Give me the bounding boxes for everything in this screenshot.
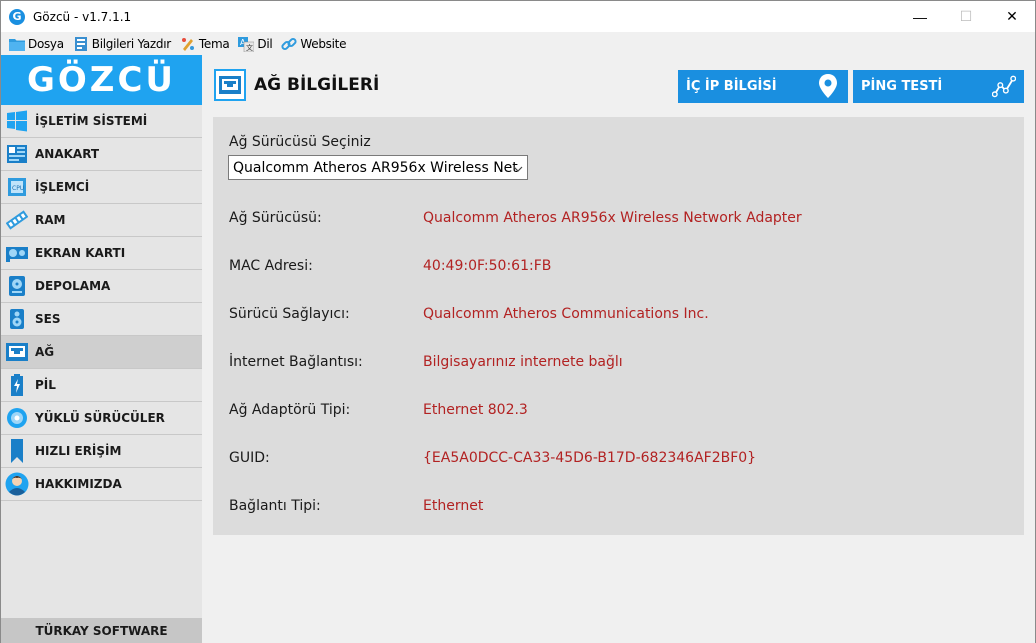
storage-icon: [5, 274, 29, 298]
sidebar-item-label: İŞLETİM SİSTEMİ: [35, 114, 148, 128]
sidebar-footer: TÜRKAY SOFTWARE: [1, 618, 202, 643]
app-window: G Gözcü - v1.7.1.1 — ☐ ✕ Dosya Bilgileri…: [0, 0, 1036, 643]
ping-test-button-label: PİNG TESTİ: [861, 79, 943, 94]
sidebar-item-label: PİL: [35, 378, 56, 392]
sidebar-item-ram[interactable]: RAM: [1, 204, 202, 237]
sidebar-item-quick-access[interactable]: HIZLI ERİŞİM: [1, 435, 202, 468]
window-title: Gözcü - v1.7.1.1: [33, 9, 132, 24]
menu-bar: Dosya Bilgileri Yazdır Tema A文 Dil Websi…: [1, 32, 1035, 55]
svg-text:文: 文: [246, 43, 253, 52]
sidebar-item-label: RAM: [35, 213, 66, 227]
adapter-select[interactable]: Qualcomm Atheros AR956x Wireless Net: [228, 155, 528, 180]
network-info-panel: Ağ Sürücüsü Seçiniz Qualcomm Atheros AR9…: [213, 117, 1024, 535]
bookmark-icon: [5, 439, 29, 463]
sidebar-item-label: HIZLI ERİŞİM: [35, 444, 122, 458]
maximize-button[interactable]: ☐: [943, 1, 989, 32]
info-value: Qualcomm Atheros Communications Inc.: [423, 306, 709, 322]
folder-icon: [9, 36, 25, 52]
window-controls: — ☐ ✕: [897, 1, 1035, 32]
info-value: Bilgisayarınız internete bağlı: [423, 354, 623, 370]
cpu-icon: CPU: [5, 175, 29, 199]
print-icon: [73, 36, 89, 52]
battery-icon: [5, 373, 29, 397]
sidebar-item-label: AĞ: [35, 345, 55, 359]
user-icon: [5, 472, 29, 496]
menu-language-label: Dil: [257, 36, 273, 51]
sidebar: GÖZCÜ İŞLETİM SİSTEMİ ANAKART CPU İŞLEMC…: [1, 55, 202, 643]
internal-ip-button[interactable]: İÇ İP BİLGİSİ: [678, 70, 848, 103]
ping-test-button[interactable]: PİNG TESTİ: [853, 70, 1024, 103]
page-title: AĞ BİLGİLERİ: [254, 75, 380, 95]
close-button[interactable]: ✕: [989, 1, 1035, 32]
driver-disc-icon: [5, 406, 29, 430]
main-content: AĞ BİLGİLERİ İÇ İP BİLGİSİ PİNG TESTİ Ağ…: [202, 55, 1035, 643]
network-icon: [214, 69, 246, 101]
menu-language[interactable]: A文 Dil: [238, 36, 273, 52]
sidebar-item-sound[interactable]: SES: [1, 303, 202, 336]
title-bar: G Gözcü - v1.7.1.1 — ☐ ✕: [1, 1, 1035, 32]
menu-print-info-label: Bilgileri Yazdır: [91, 36, 171, 51]
sidebar-item-label: HAKKIMIZDA: [35, 477, 122, 491]
sidebar-item-motherboard[interactable]: ANAKART: [1, 138, 202, 171]
adapter-select-value: Qualcomm Atheros AR956x Wireless Net: [233, 159, 518, 176]
info-value: Qualcomm Atheros AR956x Wireless Network…: [423, 210, 802, 226]
sidebar-item-network[interactable]: AĞ: [1, 336, 202, 369]
info-label: İnternet Bağlantısı:: [229, 354, 363, 370]
menu-file-label: Dosya: [28, 36, 64, 51]
sidebar-item-label: SES: [35, 312, 61, 326]
sidebar-item-cpu[interactable]: CPU İŞLEMCİ: [1, 171, 202, 204]
info-value: {EA5A0DCC-CA33-45D6-B17D-682346AF2BF0}: [423, 450, 757, 466]
sidebar-item-label: EKRAN KARTI: [35, 246, 126, 260]
ram-icon: [5, 208, 29, 232]
link-icon: [281, 36, 297, 52]
sidebar-item-label: DEPOLAMA: [35, 279, 111, 293]
svg-text:CPU: CPU: [12, 185, 24, 192]
menu-website-label: Website: [300, 36, 347, 51]
motherboard-icon: [5, 142, 29, 166]
info-label: GUID:: [229, 450, 270, 466]
windows-icon: [5, 109, 29, 133]
gpu-icon: [5, 241, 29, 265]
theme-icon: [180, 36, 196, 52]
sidebar-item-installed-drivers[interactable]: YÜKLÜ SÜRÜCÜLER: [1, 402, 202, 435]
info-label: Ağ Sürücüsü:: [229, 210, 322, 226]
info-value: Ethernet: [423, 498, 484, 514]
menu-website[interactable]: Website: [281, 36, 346, 52]
info-value: 40:49:0F:50:61:FB: [423, 258, 552, 274]
adapter-select-label: Ağ Sürücüsü Seçiniz: [229, 134, 371, 150]
minimize-button[interactable]: —: [897, 1, 943, 32]
sidebar-item-storage[interactable]: DEPOLAMA: [1, 270, 202, 303]
app-logo-icon: G: [9, 8, 25, 25]
page-header: AĞ BİLGİLERİ: [214, 69, 379, 101]
info-label: MAC Adresi:: [229, 258, 313, 274]
menu-theme[interactable]: Tema: [180, 36, 230, 52]
internal-ip-button-label: İÇ İP BİLGİSİ: [686, 79, 777, 94]
sidebar-item-operating-system[interactable]: İŞLETİM SİSTEMİ: [1, 105, 202, 138]
menu-theme-label: Tema: [198, 36, 230, 51]
sidebar-item-graphics-card[interactable]: EKRAN KARTI: [1, 237, 202, 270]
sidebar-item-label: İŞLEMCİ: [35, 180, 90, 194]
chevron-down-icon: [513, 162, 523, 172]
network-icon: [5, 340, 29, 364]
sidebar-item-about[interactable]: HAKKIMIZDA: [1, 468, 202, 501]
speaker-icon: [5, 307, 29, 331]
line-graph-icon: [992, 74, 1016, 98]
info-label: Ağ Adaptörü Tipi:: [229, 402, 351, 418]
location-pin-icon: [816, 74, 840, 98]
menu-file[interactable]: Dosya: [9, 36, 64, 52]
sidebar-item-label: ANAKART: [35, 147, 100, 161]
sidebar-item-battery[interactable]: PİL: [1, 369, 202, 402]
language-icon: A文: [238, 36, 255, 52]
info-label: Sürücü Sağlayıcı:: [229, 306, 350, 322]
info-label: Bağlantı Tipi:: [229, 498, 321, 514]
menu-print-info[interactable]: Bilgileri Yazdır: [73, 36, 171, 52]
info-value: Ethernet 802.3: [423, 402, 528, 418]
app-logo: GÖZCÜ: [1, 55, 202, 105]
sidebar-item-label: YÜKLÜ SÜRÜCÜLER: [35, 411, 165, 425]
